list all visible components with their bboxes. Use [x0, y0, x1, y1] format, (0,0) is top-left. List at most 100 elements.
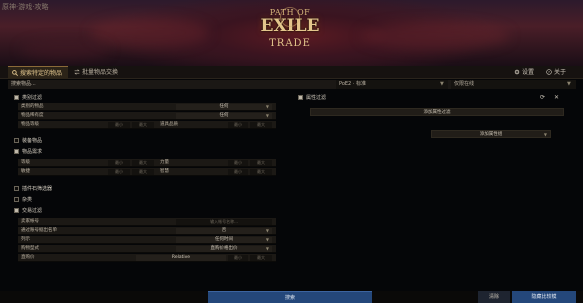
tab-label: 批量物品交换 [82, 69, 119, 76]
quality-max-input[interactable]: 最大 [250, 122, 272, 128]
req-dex-max-input[interactable]: 最大 [132, 169, 154, 175]
listed-select[interactable]: 任何时间 ▼ [176, 237, 272, 243]
search-icon [12, 70, 18, 76]
filter-row-category: 类别的物品 任何 ▼ [18, 103, 276, 111]
chevron-down-icon: ▼ [543, 132, 547, 137]
toggle-checkbox[interactable] [14, 138, 19, 143]
add-stat-group-button[interactable]: 添加属性组 ▼ [431, 130, 551, 138]
item-level-max-input[interactable]: 最大 [132, 122, 154, 128]
item-level-min-input[interactable]: 最小 [108, 122, 130, 128]
tab-bulk-exchange[interactable]: 批量物品交换 [70, 66, 130, 79]
search-row: 搜索物品... PoE2 · 标准 ▼ 仅限在线 ▼ [8, 80, 576, 89]
banner-cloud [90, 18, 210, 48]
select-value: Relative [171, 255, 191, 260]
gear-icon [514, 69, 520, 75]
requirement-filter-header[interactable]: 物品需求 [14, 148, 42, 156]
help-icon: ? [546, 69, 552, 75]
row-label: 物品稀有度 [21, 113, 44, 118]
add-stat-filter-button[interactable]: 添加属性过滤 [310, 108, 564, 116]
select-value: 任何 [219, 113, 229, 118]
svg-text:?: ? [548, 71, 550, 75]
poe-trade-logo[interactable]: PATH OF EXILE TRADE [256, 7, 324, 57]
button-label: 搜索 [284, 295, 295, 301]
hero-banner: 原神·游戏·攻略 PATH OF EXILE TRADE [0, 0, 583, 66]
weapon-filter-header[interactable]: 装备物品 [14, 137, 42, 145]
tab-search-items[interactable]: 搜索特定的物品 [8, 66, 68, 79]
toggle-checkbox[interactable] [14, 95, 19, 100]
stat-filter-header[interactable]: 属性过滤 [298, 94, 326, 102]
section-title: 插件石筛选器 [22, 186, 53, 192]
tab-bar: 搜索特定的物品 批量物品交换 设置 ? 关于 [0, 66, 583, 79]
row-label: 卖家帐号 [21, 219, 39, 224]
row-label: 购物型式 [21, 246, 39, 251]
select-value: 直购价格出价 [210, 246, 238, 251]
row-label: 智慧 [160, 169, 169, 174]
toggle-checkbox[interactable] [298, 95, 303, 100]
button-label: 添加属性过滤 [423, 110, 451, 115]
toggle-checkbox[interactable] [14, 186, 19, 191]
row-label: 通过账号据出名单 [21, 228, 57, 233]
filter-row-listed: 列示 任何时间 ▼ [18, 236, 276, 244]
row-label: 直购价 [21, 255, 35, 260]
bulk-compare-button[interactable]: 隐藏比较模 [512, 291, 576, 303]
type-filter-header[interactable]: 类别过滤 [14, 94, 42, 102]
select-value: 否 [221, 228, 227, 233]
close-icon[interactable]: ✕ [554, 94, 559, 101]
row-label: 力量 [160, 160, 169, 165]
banner-cloud [360, 22, 510, 50]
row-label: 敏捷 [21, 169, 30, 174]
row-label: 类别的物品 [21, 104, 44, 109]
currency-select[interactable]: Relative [136, 255, 226, 261]
req-dex-min-input[interactable]: 最小 [108, 169, 130, 175]
trade-filter-header[interactable]: 交易过滤 [14, 207, 42, 215]
sale-type-select[interactable]: 直购价格出价 ▼ [176, 246, 272, 252]
toggle-checkbox[interactable] [14, 208, 19, 213]
misc-filter-header[interactable]: 杂类 [14, 196, 32, 204]
filter-row-req-level: 等级 最小 最大 力量 最小 最大 [18, 159, 276, 167]
req-level-min-input[interactable]: 最小 [108, 160, 130, 166]
toggle-checkbox[interactable] [14, 149, 19, 154]
refresh-icon[interactable]: ⟳ [540, 94, 545, 101]
price-min-input[interactable]: 最小 [228, 255, 248, 261]
chevron-down-icon: ▼ [265, 228, 269, 233]
item-search-input[interactable]: 搜索物品... [8, 80, 333, 89]
league-select[interactable]: PoE2 · 标准 [336, 80, 448, 89]
req-int-min-input[interactable]: 最小 [228, 169, 248, 175]
section-title: 属性过滤 [306, 95, 327, 101]
chevron-down-icon: ▼ [265, 246, 269, 251]
rarity-select[interactable]: 任何 ▼ [176, 113, 272, 119]
req-str-max-input[interactable]: 最大 [250, 160, 272, 166]
section-title: 交易过滤 [22, 208, 43, 214]
about-button[interactable]: ? 关于 [546, 66, 566, 79]
req-int-max-input[interactable]: 最大 [250, 169, 272, 175]
settings-button[interactable]: 设置 [514, 66, 534, 79]
collapse-select[interactable]: 否 ▼ [176, 228, 272, 234]
filter-row-sale-type: 购物型式 直购价格出价 ▼ [18, 245, 276, 253]
socket-filter-header[interactable]: 插件石筛选器 [14, 185, 52, 193]
price-max-input[interactable]: 最大 [250, 255, 272, 261]
category-select[interactable]: 任何 ▼ [176, 104, 272, 110]
chevron-down-icon: ▼ [567, 81, 571, 87]
online-status-select[interactable]: 仅限在线 [451, 80, 576, 89]
search-button[interactable]: 搜索 [208, 291, 372, 303]
about-label: 关于 [554, 69, 567, 76]
section-title: 杂类 [22, 197, 33, 203]
row-label: 道具品质 [160, 122, 178, 127]
section-title: 物品需求 [22, 149, 43, 155]
section-title: 装备物品 [22, 138, 43, 144]
banner-cloud [20, 40, 110, 60]
button-label: 隐藏比较模 [531, 294, 557, 300]
toggle-checkbox[interactable] [14, 197, 19, 202]
status-value: 仅限在线 [454, 81, 475, 87]
row-label: 列示 [21, 237, 30, 242]
quality-min-input[interactable]: 最小 [228, 122, 248, 128]
row-label: 等级 [21, 160, 30, 165]
clear-button[interactable]: 清除 [478, 291, 510, 303]
league-value: PoE2 · 标准 [339, 81, 367, 87]
seller-account-input[interactable]: 输入帐号名称... [176, 219, 272, 225]
exchange-icon [74, 69, 80, 75]
req-level-max-input[interactable]: 最大 [132, 160, 154, 166]
button-label: 清除 [488, 294, 499, 300]
chevron-down-icon: ▼ [265, 104, 269, 109]
req-str-min-input[interactable]: 最小 [228, 160, 248, 166]
